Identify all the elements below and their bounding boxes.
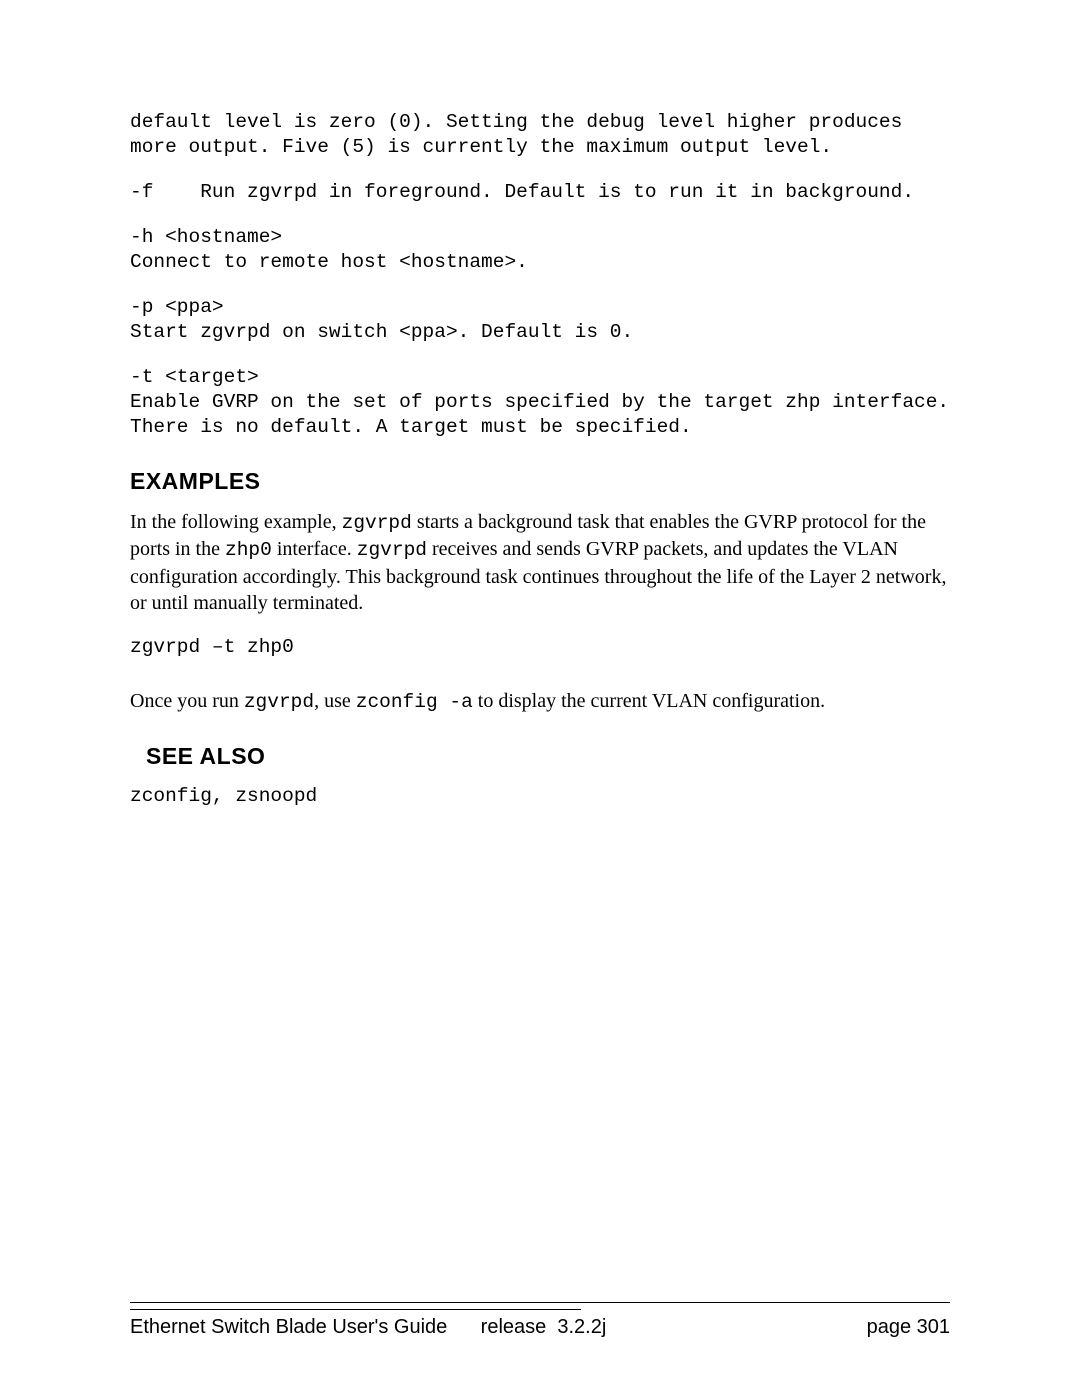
option-text-intro: default level is zero (0). Setting the d… — [130, 110, 950, 160]
example-command: zgvrpd –t zhp0 — [130, 635, 950, 660]
text-span: interface. — [272, 538, 357, 560]
text-span: In the following example, — [130, 511, 342, 533]
footer-rule-bottom — [130, 1309, 581, 1310]
option-p: -p <ppa> Start zgvrpd on switch <ppa>. D… — [130, 295, 950, 345]
footer-left: Ethernet Switch Blade User's Guide relea… — [130, 1316, 606, 1339]
examples-paragraph-2: Once you run zgvrpd, use zconfig -a to d… — [130, 688, 950, 716]
inline-code: zgvrpd — [244, 691, 314, 713]
inline-code: zhp0 — [225, 539, 272, 561]
page-footer: Ethernet Switch Blade User's Guide relea… — [130, 1302, 950, 1339]
option-t: -t <target> Enable GVRP on the set of po… — [130, 365, 950, 440]
page-number: page 301 — [867, 1316, 950, 1339]
footer-line: Ethernet Switch Blade User's Guide relea… — [130, 1316, 950, 1339]
see-also-list: zconfig, zsnoopd — [130, 784, 950, 809]
option-h: -h <hostname> Connect to remote host <ho… — [130, 225, 950, 275]
text-span: , use — [314, 690, 356, 712]
inline-code: zgvrpd — [357, 539, 427, 561]
document-page: default level is zero (0). Setting the d… — [0, 0, 1080, 1397]
option-f: -f Run zgvrpd in foreground. Default is … — [130, 180, 950, 205]
text-span: Once you run — [130, 690, 244, 712]
text-span: to display the current VLAN configuratio… — [473, 690, 825, 712]
heading-see-also: SEE ALSO — [146, 743, 950, 770]
inline-code: zconfig -a — [356, 691, 473, 713]
footer-rule-top — [130, 1302, 950, 1303]
heading-examples: EXAMPLES — [130, 468, 950, 495]
examples-paragraph-1: In the following example, zgvrpd starts … — [130, 509, 950, 617]
doc-release: release 3.2.2j — [481, 1316, 607, 1338]
doc-title: Ethernet Switch Blade User's Guide — [130, 1316, 447, 1338]
inline-code: zgvrpd — [342, 512, 412, 534]
